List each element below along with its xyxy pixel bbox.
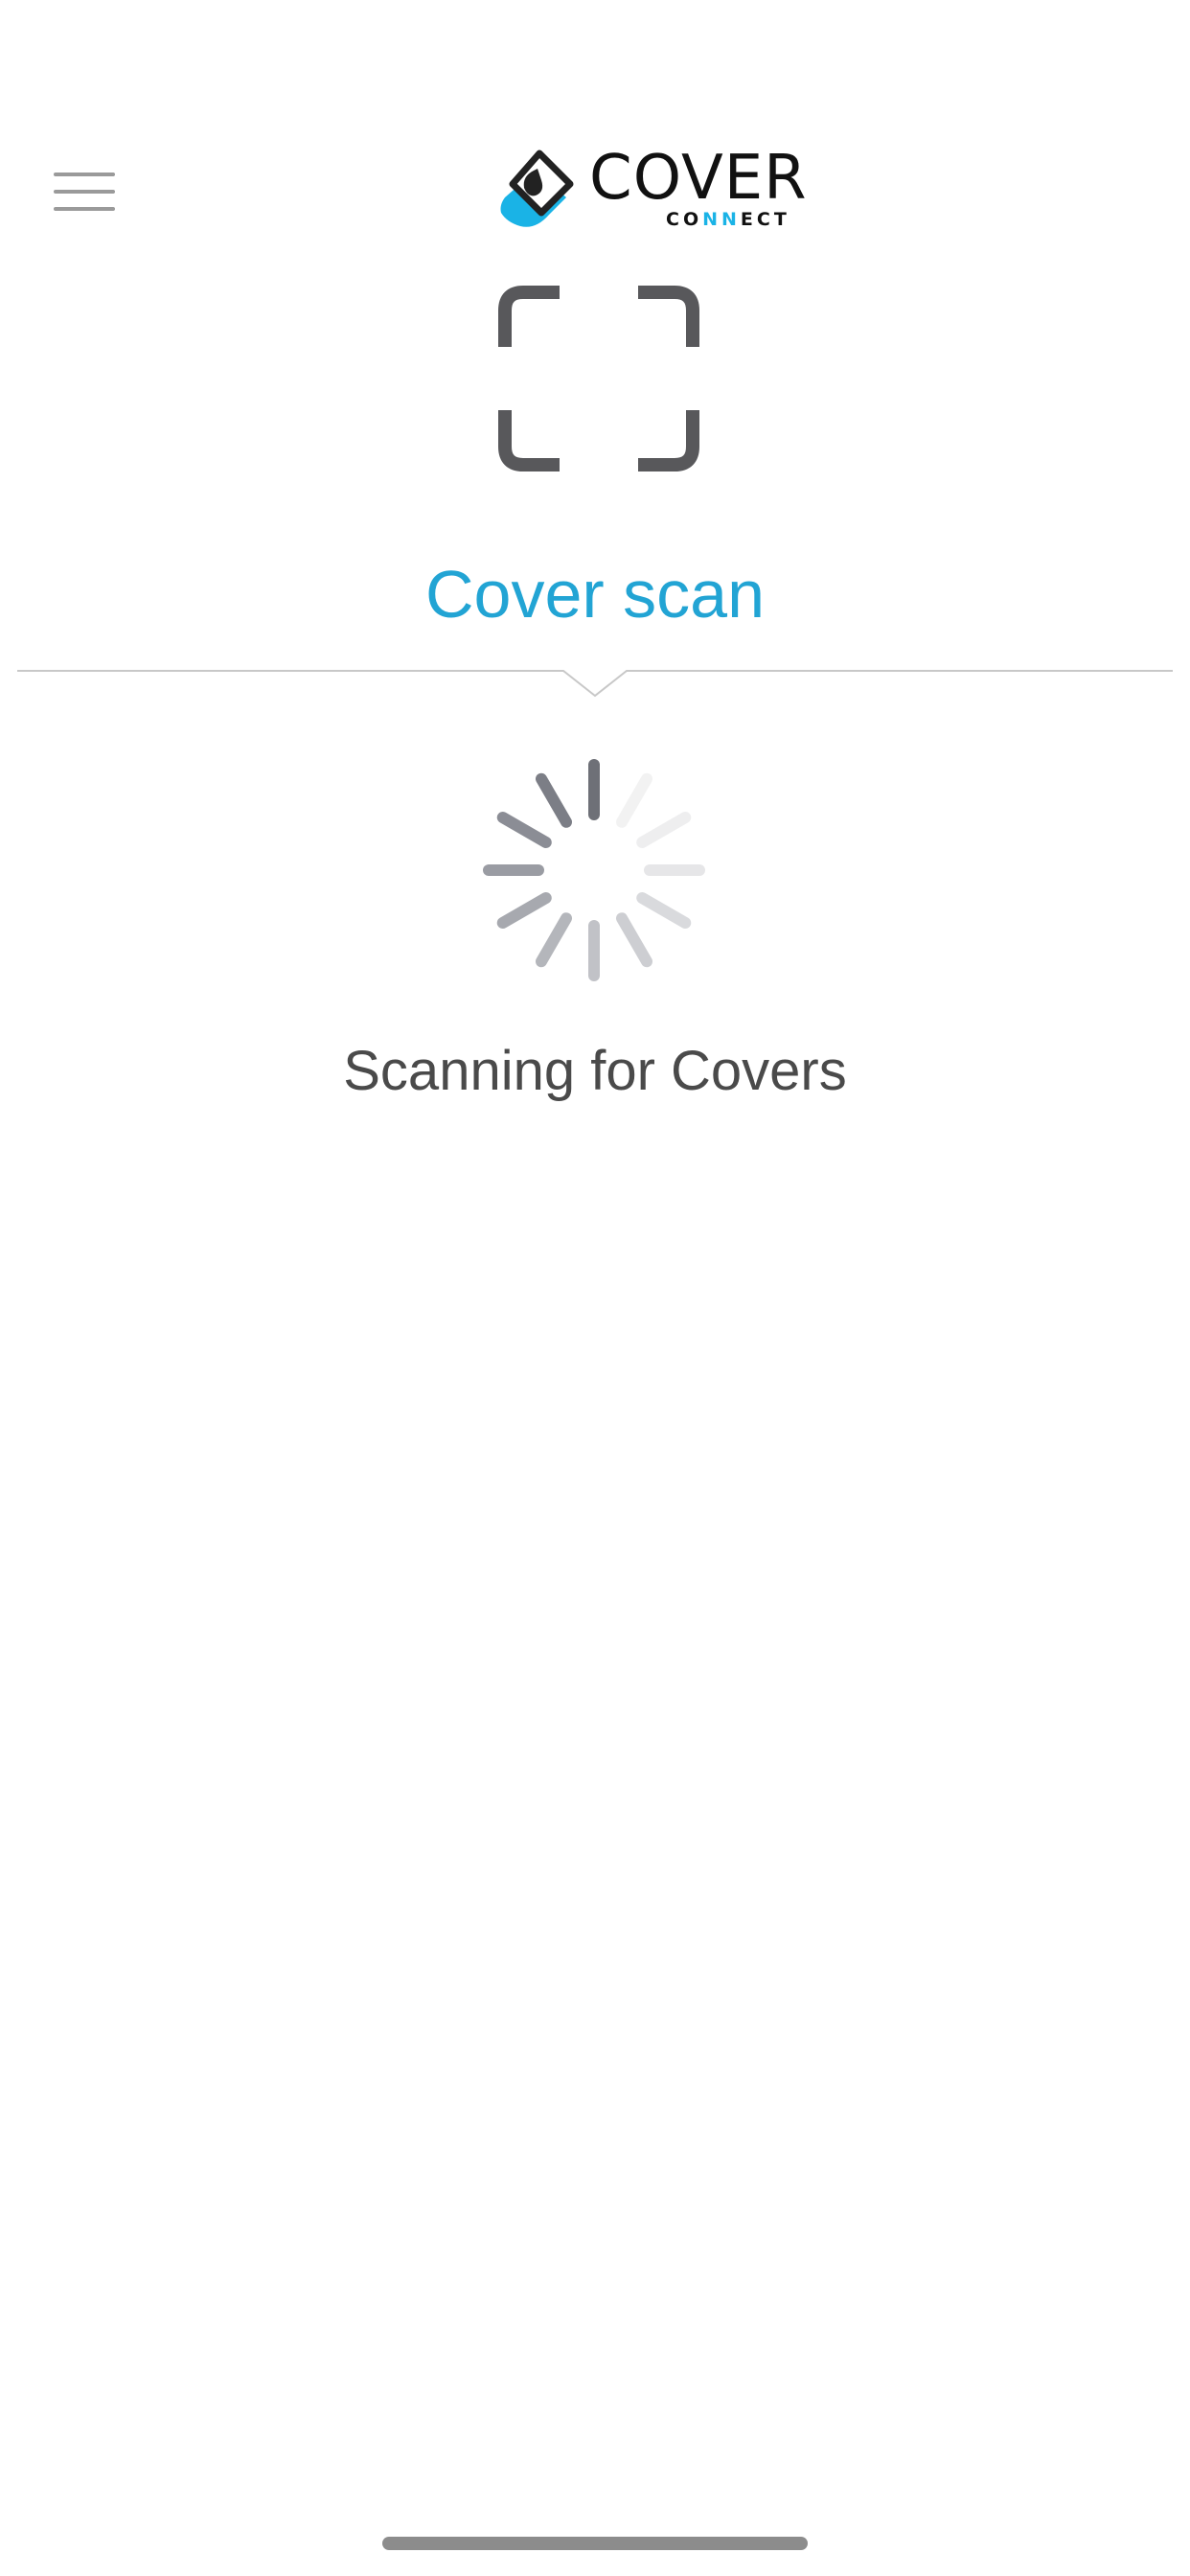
cover-connect-logo: COVER CONNECT xyxy=(493,142,819,238)
menu-bar-middle xyxy=(54,190,115,194)
logo-sub-wordmark: CONNECT xyxy=(666,209,790,230)
menu-bar-top xyxy=(54,172,115,176)
page-title: Cover scan xyxy=(424,557,766,632)
menu-bar-bottom xyxy=(54,207,115,211)
scan-status-text: Scanning for Covers xyxy=(343,1040,847,1102)
hamburger-menu-icon[interactable] xyxy=(46,161,123,222)
home-indicator[interactable] xyxy=(382,2537,808,2550)
scan-frame-icon xyxy=(498,286,699,472)
logo-wordmark: COVER xyxy=(589,143,808,214)
loading-spinner-icon xyxy=(483,759,705,981)
logo-mark-icon xyxy=(500,150,574,227)
section-divider xyxy=(17,670,1173,698)
